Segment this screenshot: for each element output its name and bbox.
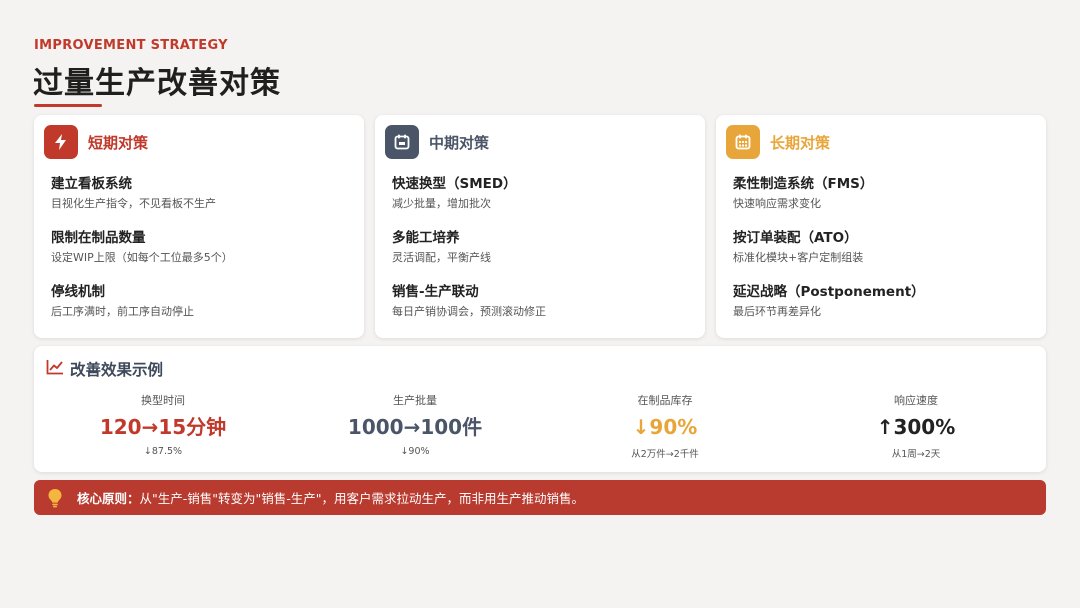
item-desc: 标准化模块+客户定制组装 bbox=[733, 251, 864, 264]
list-item: 多能工培养 灵活调配，平衡产线 bbox=[392, 229, 546, 283]
metric-changeover: 换型时间 120→15分钟 ↓87.5% bbox=[38, 392, 288, 457]
principle-body: 从"生产-销售"转变为"销售-生产"，用客户需求拉动生产，而非用生产推动销售。 bbox=[139, 491, 585, 506]
item-title: 建立看板系统 bbox=[51, 176, 132, 192]
item-title: 延迟战略（Postponement） bbox=[733, 284, 925, 300]
item-list: 建立看板系统 目视化生产指令，不见看板不生产 限制在制品数量 设定WIP上限（如… bbox=[51, 175, 233, 337]
list-item: 停线机制 后工序满时，前工序自动停止 bbox=[51, 283, 233, 337]
short-term-card: 短期对策 建立看板系统 目视化生产指令，不见看板不生产 限制在制品数量 设定WI… bbox=[34, 115, 364, 338]
calendar-grid-icon bbox=[726, 125, 760, 159]
item-list: 快速换型（SMED） 减少批量，增加批次 多能工培养 灵活调配，平衡产线 销售-… bbox=[392, 175, 546, 337]
principle-text: 核心原则：从"生产-销售"转变为"销售-生产"，用客户需求拉动生产，而非用生产推… bbox=[77, 488, 584, 507]
long-term-card: 长期对策 柔性制造系统（FMS） 快速响应需求变化 按订单装配（ATO） 标准化… bbox=[716, 115, 1046, 338]
item-title: 快速换型（SMED） bbox=[392, 176, 517, 192]
item-desc: 目视化生产指令，不见看板不生产 bbox=[51, 197, 216, 210]
metric-value: 1000→100件 bbox=[347, 415, 483, 439]
item-title: 限制在制品数量 bbox=[51, 230, 146, 246]
metric-value: 120→15分钟 bbox=[99, 415, 227, 439]
metric-wip-inventory: 在制品库存 ↓90% 从2万件→2千件 bbox=[540, 392, 790, 460]
card-header: 长期对策 bbox=[726, 125, 830, 159]
page-title: 过量生产改善对策 bbox=[33, 66, 281, 101]
results-title: 改善效果示例 bbox=[70, 361, 164, 379]
metric-sub: 从1周→2天 bbox=[891, 449, 941, 460]
eyebrow-label: IMPROVEMENT STRATEGY bbox=[34, 38, 228, 53]
item-title: 多能工培养 bbox=[392, 230, 460, 246]
list-item: 延迟战略（Postponement） 最后环节再差异化 bbox=[733, 283, 925, 337]
list-item: 销售-生产联动 每日产销协调会，预测滚动修正 bbox=[392, 283, 546, 337]
list-item: 按订单装配（ATO） 标准化模块+客户定制组装 bbox=[733, 229, 925, 283]
principle-label: 核心原则： bbox=[77, 491, 140, 506]
metric-value: ↑300% bbox=[876, 415, 956, 439]
item-title: 销售-生产联动 bbox=[392, 284, 479, 300]
metric-label: 响应速度 bbox=[894, 394, 938, 407]
metric-value: ↓90% bbox=[632, 415, 698, 439]
card-header: 短期对策 bbox=[44, 125, 148, 159]
metric-label: 在制品库存 bbox=[637, 394, 693, 407]
card-header: 中期对策 bbox=[385, 125, 489, 159]
title-underline bbox=[34, 104, 102, 107]
metric-sub: ↓87.5% bbox=[143, 446, 183, 457]
lightning-icon bbox=[44, 125, 78, 159]
results-card: 改善效果示例 换型时间 120→15分钟 ↓87.5% 生产批量 1000→10… bbox=[34, 346, 1046, 472]
metric-label: 换型时间 bbox=[141, 394, 185, 407]
list-item: 柔性制造系统（FMS） 快速响应需求变化 bbox=[733, 175, 925, 229]
mid-term-card: 中期对策 快速换型（SMED） 减少批量，增加批次 多能工培养 灵活调配，平衡产… bbox=[375, 115, 705, 338]
card-title: 长期对策 bbox=[770, 133, 831, 152]
lightbulb-icon bbox=[45, 487, 65, 509]
list-item: 建立看板系统 目视化生产指令，不见看板不生产 bbox=[51, 175, 233, 229]
item-desc: 减少批量，增加批次 bbox=[392, 197, 491, 210]
results-header: 改善效果示例 bbox=[46, 358, 163, 380]
item-title: 停线机制 bbox=[51, 284, 105, 300]
card-title: 中期对策 bbox=[429, 133, 490, 152]
item-desc: 灵活调配，平衡产线 bbox=[392, 251, 491, 264]
item-desc: 每日产销协调会，预测滚动修正 bbox=[392, 305, 546, 318]
metric-sub: 从2万件→2千件 bbox=[631, 449, 699, 460]
item-desc: 最后环节再差异化 bbox=[733, 305, 821, 318]
line-chart-icon bbox=[46, 359, 64, 379]
list-item: 限制在制品数量 设定WIP上限（如每个工位最多5个） bbox=[51, 229, 233, 283]
item-desc: 后工序满时，前工序自动停止 bbox=[51, 305, 194, 318]
metric-response-speed: 响应速度 ↑300% 从1周→2天 bbox=[791, 392, 1041, 460]
card-title: 短期对策 bbox=[88, 133, 149, 152]
metric-label: 生产批量 bbox=[393, 394, 437, 407]
item-list: 柔性制造系统（FMS） 快速响应需求变化 按订单装配（ATO） 标准化模块+客户… bbox=[733, 175, 925, 337]
item-desc: 设定WIP上限（如每个工位最多5个） bbox=[51, 251, 233, 264]
metric-batch-size: 生产批量 1000→100件 ↓90% bbox=[290, 392, 540, 457]
calendar-icon bbox=[385, 125, 419, 159]
item-desc: 快速响应需求变化 bbox=[733, 197, 821, 210]
item-title: 柔性制造系统（FMS） bbox=[733, 176, 874, 192]
list-item: 快速换型（SMED） 减少批量，增加批次 bbox=[392, 175, 546, 229]
core-principle-banner: 核心原则：从"生产-销售"转变为"销售-生产"，用客户需求拉动生产，而非用生产推… bbox=[34, 480, 1046, 515]
metric-sub: ↓90% bbox=[400, 446, 430, 457]
item-title: 按订单装配（ATO） bbox=[733, 230, 858, 246]
slide: IMPROVEMENT STRATEGY 过量生产改善对策 短期对策 建立看板系… bbox=[0, 0, 1080, 608]
